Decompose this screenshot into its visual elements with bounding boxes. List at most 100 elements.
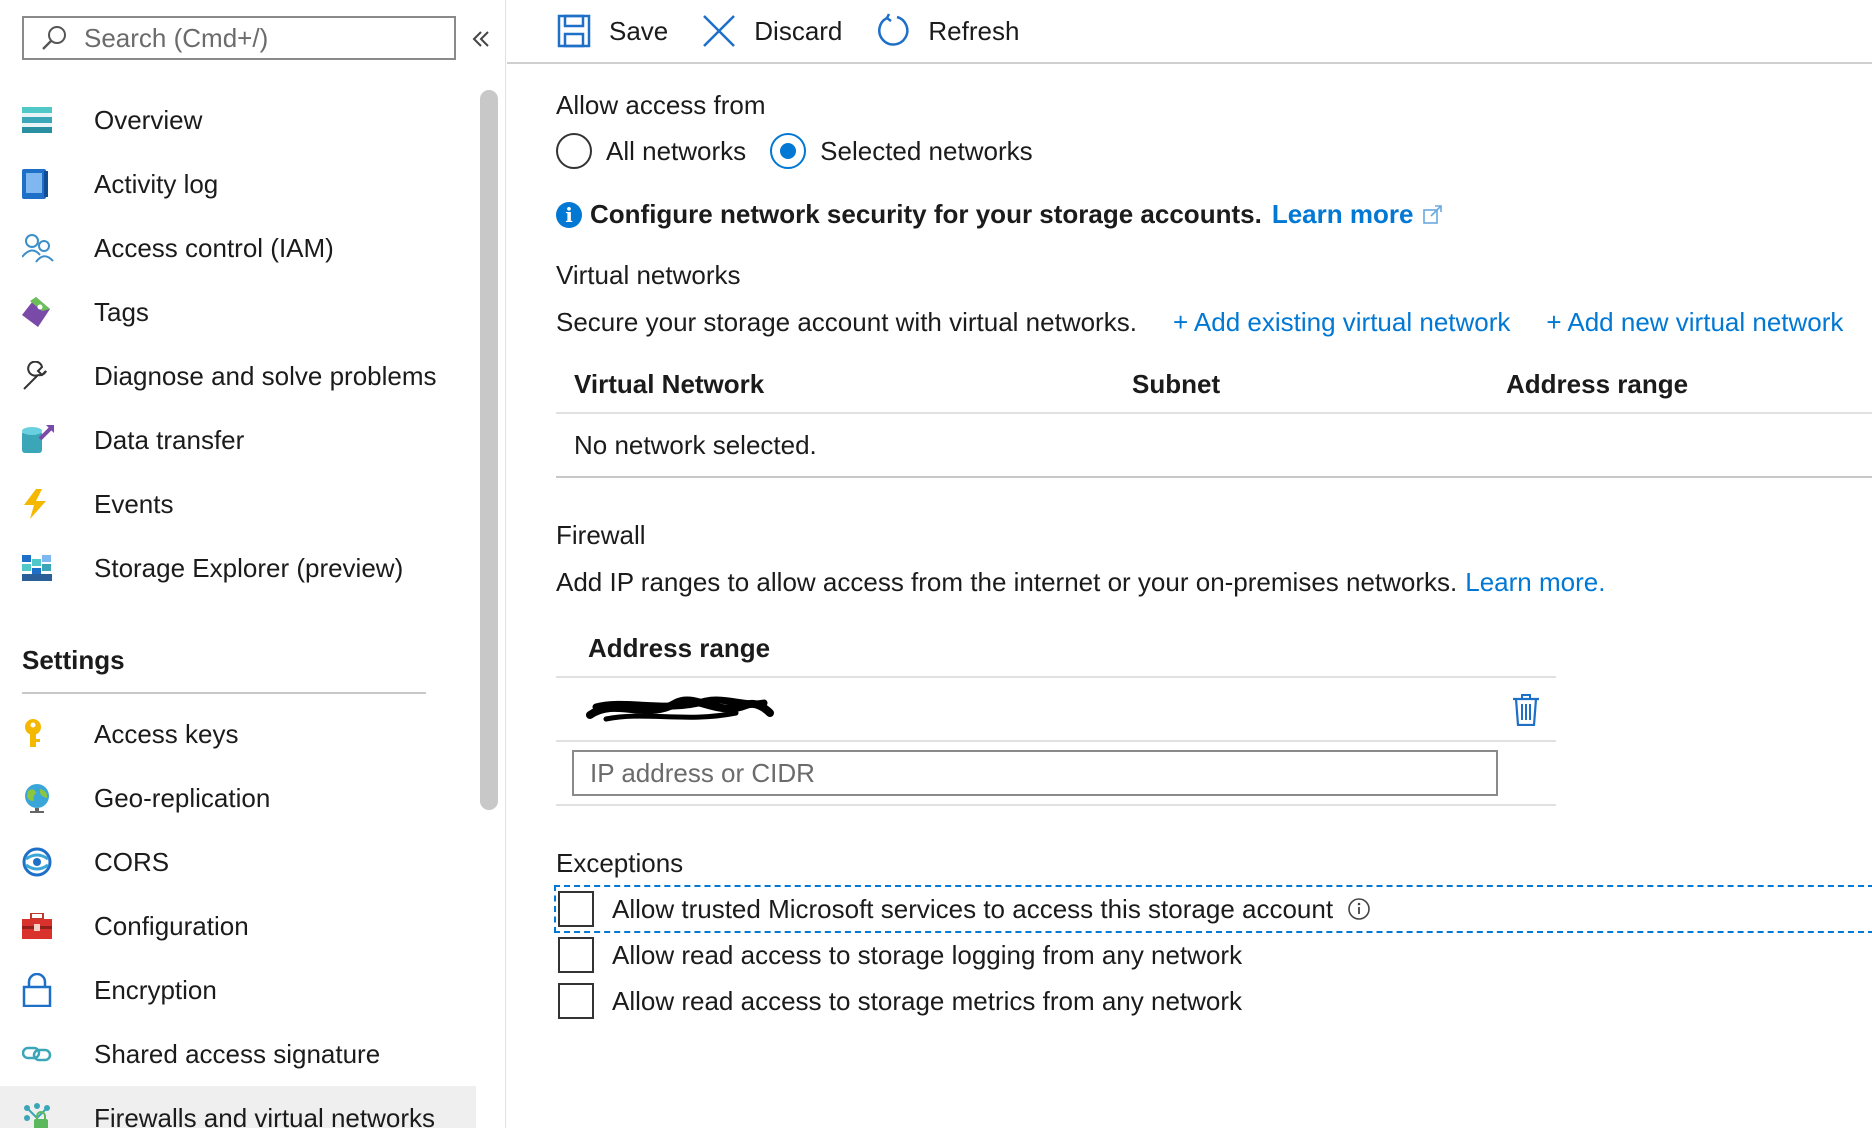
- sidebar-item-activity-log[interactable]: Activity log: [0, 152, 476, 216]
- sidebar-item-label: Access keys: [94, 718, 239, 749]
- vnet-table: Virtual Network Subnet Address range No …: [556, 356, 1872, 478]
- sidebar: Overview Activity log Access control (IA…: [0, 0, 506, 1128]
- link-icon: [22, 1037, 72, 1071]
- sidebar-item-access-control[interactable]: Access control (IAM): [0, 216, 476, 280]
- cors-icon: [22, 845, 72, 879]
- vnet-description-row: Secure your storage account with virtual…: [556, 307, 1872, 338]
- activity-log-icon: [22, 167, 72, 201]
- save-label: Save: [609, 15, 669, 46]
- exception-read-logging[interactable]: Allow read access to storage logging fro…: [556, 933, 1872, 977]
- content: Allow access from All networks Selected …: [554, 90, 1872, 1023]
- table-row: [556, 678, 1556, 742]
- ip-address-input[interactable]: [572, 750, 1498, 796]
- discard-button[interactable]: Discard: [700, 3, 842, 59]
- users-icon: [22, 231, 72, 265]
- firewall-title: Firewall: [556, 520, 646, 550]
- radio-selected-networks[interactable]: Selected networks: [770, 133, 1033, 169]
- radio-circle-checked[interactable]: [770, 133, 807, 169]
- sidebar-item-storage-explorer[interactable]: Storage Explorer (preview): [0, 536, 476, 600]
- sidebar-item-geo-replication[interactable]: Geo-replication: [0, 766, 476, 830]
- delete-icon[interactable]: [1512, 694, 1540, 731]
- main-panel: Save Discard Refresh Allow access from A…: [507, 0, 1872, 1128]
- search-input[interactable]: [84, 22, 444, 54]
- sidebar-item-events[interactable]: Events: [0, 472, 476, 536]
- sidebar-item-label: Activity log: [94, 168, 219, 199]
- checkbox[interactable]: [558, 937, 594, 973]
- checkbox-label: Allow trusted Microsoft services to acce…: [612, 893, 1334, 924]
- firewall-learn-more-link[interactable]: Learn more.: [1465, 567, 1605, 598]
- info-banner: i Configure network security for your st…: [556, 199, 1872, 230]
- vnet-table-header: Virtual Network Subnet Address range: [556, 356, 1872, 414]
- toolbox-icon: [22, 909, 72, 943]
- sidebar-item-label: Encryption: [94, 974, 217, 1005]
- close-icon: [700, 12, 738, 50]
- external-link-icon[interactable]: [1423, 204, 1443, 225]
- sidebar-item-label: Diagnose and solve problems: [94, 360, 437, 391]
- tag-icon: [22, 295, 72, 329]
- discard-label: Discard: [754, 15, 843, 46]
- firewall-input-row: [556, 742, 1556, 806]
- add-new-vnet-link[interactable]: + Add new virtual network: [1546, 307, 1843, 338]
- overview-icon: [22, 103, 72, 137]
- sidebar-item-overview[interactable]: Overview: [0, 88, 476, 152]
- redacted-address-scribble: [586, 687, 776, 732]
- sidebar-item-data-transfer[interactable]: Data transfer: [0, 408, 476, 472]
- save-button[interactable]: Save: [555, 3, 668, 59]
- exception-read-metrics[interactable]: Allow read access to storage metrics fro…: [556, 979, 1872, 1023]
- exceptions-title: Exceptions: [556, 848, 684, 878]
- sidebar-item-label: Tags: [94, 296, 149, 327]
- search-box[interactable]: [22, 16, 456, 60]
- sidebar-item-label: CORS: [94, 846, 170, 877]
- sidebar-scrollbar-thumb[interactable]: [480, 90, 498, 810]
- settings-divider: [22, 692, 426, 694]
- sidebar-item-cors[interactable]: CORS: [0, 830, 476, 894]
- column-header-virtual-network: Virtual Network: [574, 368, 765, 399]
- sidebar-item-shared-access-signature[interactable]: Shared access signature: [0, 1022, 476, 1086]
- exception-trusted-services[interactable]: Allow trusted Microsoft services to acce…: [554, 885, 1872, 933]
- vnet-description: Secure your storage account with virtual…: [556, 307, 1137, 337]
- add-existing-vnet-link[interactable]: + Add existing virtual network: [1173, 307, 1510, 338]
- vnet-title: Virtual networks: [556, 260, 741, 290]
- wrench-icon: [22, 359, 72, 393]
- firewall-description: Add IP ranges to allow access from the i…: [556, 567, 1458, 597]
- checkbox-label: Allow read access to storage logging fro…: [612, 939, 1243, 970]
- info-icon[interactable]: [1347, 897, 1371, 921]
- sidebar-item-label: Firewalls and virtual networks: [94, 1102, 436, 1128]
- key-icon: [22, 717, 72, 751]
- refresh-icon: [874, 12, 912, 50]
- learn-more-link[interactable]: Learn more: [1272, 199, 1414, 230]
- checkbox[interactable]: [558, 983, 594, 1019]
- sidebar-item-encryption[interactable]: Encryption: [0, 958, 476, 1022]
- storage-explorer-icon: [22, 551, 72, 585]
- double-chevron-left-icon: [472, 31, 489, 47]
- radio-all-networks[interactable]: All networks: [556, 133, 746, 169]
- info-icon: i: [556, 201, 582, 228]
- sidebar-item-label: Events: [94, 488, 174, 519]
- firewall-description-row: Add IP ranges to allow access from the i…: [556, 567, 1872, 598]
- search-icon: [24, 18, 84, 58]
- column-header-subnet: Subnet: [1132, 368, 1221, 399]
- sidebar-nav: Overview Activity log Access control (IA…: [0, 88, 476, 1128]
- sidebar-item-diagnose[interactable]: Diagnose and solve problems: [0, 344, 476, 408]
- sidebar-item-tags[interactable]: Tags: [0, 280, 476, 344]
- refresh-button[interactable]: Refresh: [874, 3, 1019, 59]
- globe-icon: [22, 781, 72, 815]
- access-radio-group: All networks Selected networks: [556, 131, 1872, 171]
- firewall-table: Address range: [556, 620, 1556, 806]
- radio-circle[interactable]: [556, 133, 592, 169]
- sidebar-item-label: Configuration: [94, 910, 249, 941]
- firewall-column-header: Address range: [556, 620, 1556, 678]
- sidebar-item-label: Storage Explorer (preview): [94, 552, 404, 583]
- sidebar-item-configuration[interactable]: Configuration: [0, 894, 476, 958]
- collapse-sidebar-button[interactable]: [466, 24, 496, 54]
- sidebar-item-label: Access control (IAM): [94, 232, 334, 263]
- sidebar-item-access-keys[interactable]: Access keys: [0, 702, 476, 766]
- sidebar-item-firewalls[interactable]: Firewalls and virtual networks: [0, 1086, 476, 1128]
- info-text: Configure network security for your stor…: [590, 199, 1262, 229]
- firewall-icon: [22, 1101, 72, 1128]
- checkbox[interactable]: [558, 891, 594, 927]
- column-header-address-range: Address range: [1506, 368, 1689, 399]
- allow-access-label: Allow access from: [556, 90, 766, 120]
- data-transfer-icon: [22, 423, 72, 457]
- sidebar-item-label: Data transfer: [94, 424, 245, 455]
